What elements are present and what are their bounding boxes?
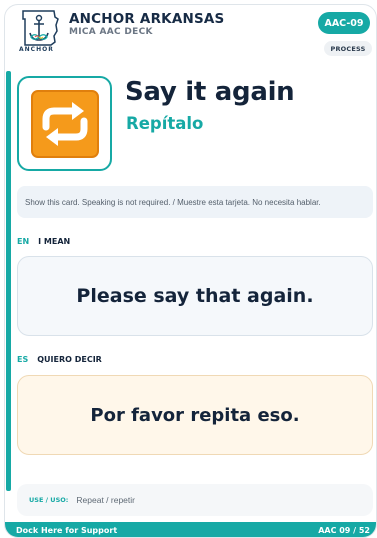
use-row: USE / USO: Repeat / repetir [17,484,373,516]
footer-support-text: Dock Here for Support [16,526,118,535]
card-title-spanish: Repítalo [126,114,204,133]
card-id-badge: AAC-09 [318,12,370,34]
card-title-english: Say it again [125,77,295,107]
english-code: EN [17,237,30,246]
spanish-label: QUIERO DECIR [37,355,102,364]
spanish-phrase-box: Por favor repita eso. [17,375,373,455]
spanish-section-label: ES QUIERO DECIR [17,355,102,364]
repeat-arrows-icon [30,89,99,158]
org-name: ANCHOR ARKANSAS [69,11,225,27]
instruction-banner: Show this card. Speaking is not required… [17,186,373,218]
footer-bar: Dock Here for Support AAC 09 / 52 [5,522,376,537]
deck-name: MICA AAC DECK [69,27,153,37]
english-phrase-box: Please say that again. [17,256,373,336]
symbol-frame [17,76,112,171]
use-value: Repeat / repetir [76,495,135,505]
spanish-code: ES [17,355,29,364]
accent-bar [6,71,11,491]
aac-card: ANCHOR ANCHOR ARKANSAS MICA AAC DECK AAC… [4,4,377,538]
footer-card-count: AAC 09 / 52 [318,526,370,535]
use-label: USE / USO: [29,496,69,504]
logo-text: ANCHOR [19,46,54,53]
english-label: I MEAN [38,237,71,246]
category-badge: PROCESS [324,41,372,56]
english-section-label: EN I MEAN [17,237,70,246]
